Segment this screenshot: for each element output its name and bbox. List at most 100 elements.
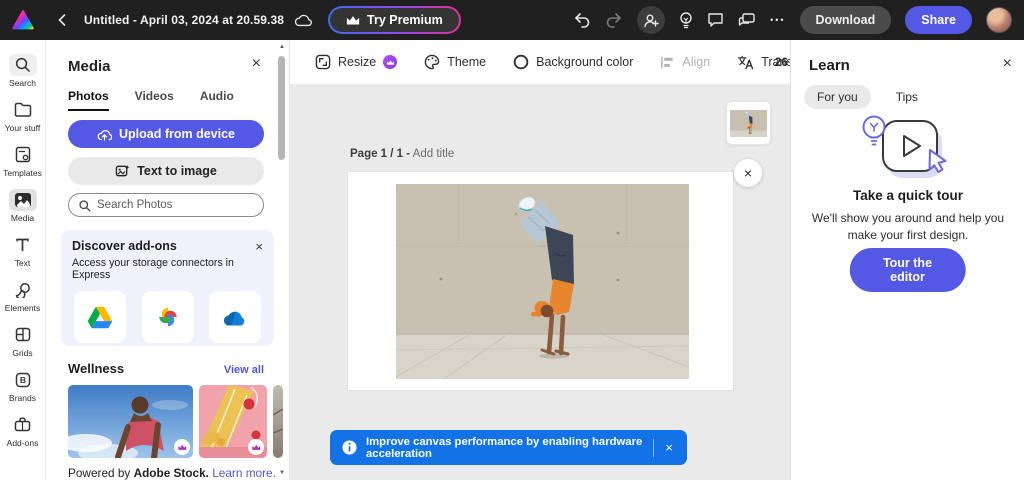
text-to-image-icon bbox=[115, 164, 130, 177]
connector-google-photos[interactable] bbox=[141, 291, 194, 343]
cloud-sync-icon[interactable] bbox=[294, 14, 312, 27]
user-avatar[interactable] bbox=[986, 7, 1012, 33]
learn-tabs: For you Tips bbox=[804, 85, 931, 109]
back-chevron-icon[interactable] bbox=[58, 14, 66, 26]
theme-label: Theme bbox=[447, 55, 487, 69]
banner-divider bbox=[653, 438, 655, 457]
resize-tool[interactable]: Resize bbox=[315, 54, 398, 70]
video-tour-icon bbox=[862, 115, 947, 178]
sidebar-item-text[interactable]: Text bbox=[0, 228, 46, 273]
upload-cloud-icon bbox=[97, 129, 112, 141]
connector-google-drive[interactable] bbox=[74, 291, 126, 343]
view-all-link[interactable]: View all bbox=[224, 364, 264, 376]
download-button[interactable]: Download bbox=[799, 6, 892, 34]
elements-icon bbox=[9, 279, 37, 301]
sidebar-item-media[interactable]: Media bbox=[0, 183, 46, 228]
comment-icon[interactable] bbox=[707, 12, 724, 28]
align-icon bbox=[661, 56, 674, 68]
zoom-level[interactable]: 26 bbox=[775, 55, 788, 69]
close-icon[interactable]: × bbox=[663, 440, 675, 455]
scrollbar-thumb[interactable] bbox=[278, 56, 285, 160]
tour-the-editor-button[interactable]: Tour the editor bbox=[849, 248, 966, 292]
quick-tour-illustration bbox=[791, 112, 1024, 186]
sidebar-item-search[interactable]: Search bbox=[0, 48, 46, 93]
sidebar-item-label: Brands bbox=[9, 392, 36, 403]
text-to-image-button[interactable]: Text to image bbox=[68, 157, 264, 185]
page-thumbnail[interactable] bbox=[726, 101, 771, 145]
share-button[interactable]: Share bbox=[905, 6, 972, 34]
align-label: Align bbox=[682, 55, 711, 69]
close-icon[interactable]: × bbox=[252, 55, 261, 73]
page-number: Page 1 / 1 - bbox=[350, 148, 411, 160]
stock-photo-pink-scene[interactable] bbox=[199, 385, 267, 458]
more-options-icon[interactable]: ••• bbox=[770, 15, 785, 25]
sidebar-item-brands[interactable]: B Brands bbox=[0, 363, 46, 408]
theme-icon bbox=[424, 54, 440, 70]
connector-onedrive[interactable] bbox=[209, 291, 261, 343]
sidebar-item-your-stuff[interactable]: Your stuff bbox=[0, 93, 46, 138]
wellness-section-title: Wellness bbox=[68, 361, 125, 376]
premium-crown-icon bbox=[248, 439, 264, 455]
google-photos-icon bbox=[158, 307, 177, 327]
background-color-tool[interactable]: Background color bbox=[513, 54, 633, 70]
context-toolbar: Resize Theme Background color Align Tran… bbox=[290, 40, 790, 84]
premium-crown-icon bbox=[174, 439, 190, 455]
scroll-up-icon[interactable]: ▲ bbox=[277, 44, 287, 50]
sidebar-item-grids[interactable]: Grids bbox=[0, 318, 46, 363]
media-panel-scrollbar[interactable]: ▲ ▼ bbox=[277, 42, 287, 478]
add-title-hint[interactable]: Add title bbox=[413, 148, 455, 160]
tab-audio[interactable]: Audio bbox=[200, 89, 234, 111]
search-icon bbox=[8, 53, 37, 76]
lightbulb-icon[interactable] bbox=[679, 11, 693, 29]
media-icon bbox=[8, 188, 37, 211]
tab-tips[interactable]: Tips bbox=[883, 85, 931, 109]
close-icon[interactable]: × bbox=[1003, 55, 1012, 73]
media-panel-title: Media bbox=[68, 58, 111, 75]
quick-tour-title: Take a quick tour bbox=[852, 188, 964, 203]
undo-icon[interactable] bbox=[573, 12, 591, 28]
discover-subtitle: Access your storage connectors in Expres… bbox=[72, 257, 234, 281]
text-to-image-label: Text to image bbox=[137, 164, 217, 178]
resize-icon bbox=[315, 54, 331, 70]
scroll-down-icon[interactable]: ▼ bbox=[277, 470, 287, 476]
translate-icon bbox=[738, 55, 754, 69]
search-icon bbox=[79, 199, 91, 212]
photo-search-field[interactable] bbox=[68, 193, 264, 217]
theme-tool[interactable]: Theme bbox=[424, 54, 486, 70]
document-title[interactable]: Untitled - April 03, 2024 at 20.59.38 bbox=[84, 13, 284, 27]
editor-area: Resize Theme Background color Align Tran… bbox=[290, 40, 790, 480]
redo-icon[interactable] bbox=[605, 12, 623, 28]
page-label: Page 1 / 1 - Add title bbox=[350, 148, 454, 160]
sidebar-item-elements[interactable]: Elements bbox=[0, 273, 46, 318]
search-photos-input[interactable] bbox=[97, 199, 247, 211]
tab-photos[interactable]: Photos bbox=[68, 89, 109, 111]
sidebar-item-add-ons[interactable]: Add-ons bbox=[0, 408, 46, 453]
stock-photo-woman-sky[interactable] bbox=[68, 385, 193, 458]
topbar: Untitled - April 03, 2024 at 20.59.38 Tr… bbox=[0, 0, 1024, 40]
comments-panel-icon[interactable] bbox=[738, 12, 756, 28]
adobe-stock-text: Adobe Stock. bbox=[133, 466, 209, 480]
try-premium-button[interactable]: Try Premium bbox=[328, 6, 461, 34]
close-icon[interactable]: × bbox=[734, 159, 762, 187]
sidebar-item-label: Templates bbox=[3, 167, 42, 178]
align-tool: Align bbox=[660, 55, 710, 70]
try-premium-label: Try Premium bbox=[367, 13, 443, 27]
adobe-express-app: Untitled - April 03, 2024 at 20.59.38 Tr… bbox=[0, 0, 1024, 480]
grids-icon bbox=[9, 324, 37, 346]
brands-icon: B bbox=[9, 369, 37, 391]
close-icon[interactable]: × bbox=[255, 239, 263, 254]
sidebar-item-templates[interactable]: Templates bbox=[0, 138, 46, 183]
tab-videos[interactable]: Videos bbox=[135, 89, 174, 111]
handstand-photo[interactable] bbox=[396, 184, 689, 379]
canvas[interactable]: Page 1 / 1 - Add title × Improve canvas … bbox=[290, 84, 790, 480]
left-rail: Search Your stuff Templates Media Text E… bbox=[0, 40, 46, 480]
design-page[interactable] bbox=[348, 172, 733, 390]
adobe-express-logo-icon[interactable] bbox=[12, 10, 34, 30]
invite-people-icon[interactable] bbox=[637, 6, 666, 34]
learn-more-link[interactable]: Learn more. bbox=[212, 466, 276, 480]
tab-for-you[interactable]: For you bbox=[804, 85, 871, 109]
upload-from-device-button[interactable]: Upload from device bbox=[68, 120, 264, 148]
premium-crown-icon bbox=[383, 55, 398, 69]
powered-by-text: Powered by bbox=[68, 466, 134, 480]
svg-text:B: B bbox=[19, 375, 25, 385]
